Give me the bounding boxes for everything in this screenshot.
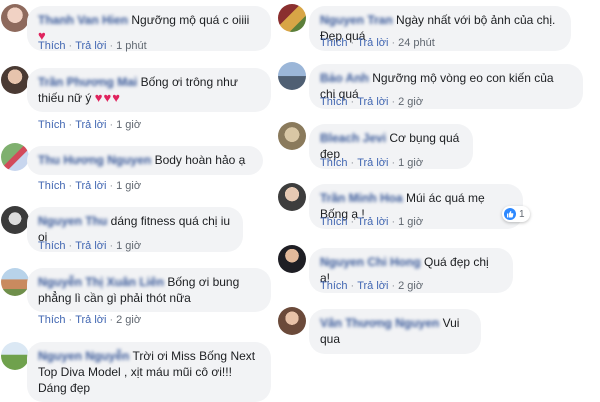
- comment-time[interactable]: 2 giờ: [398, 280, 423, 292]
- reply-link[interactable]: Trả lời: [357, 157, 388, 169]
- reaction-count-label: 1: [519, 208, 525, 220]
- comment-author[interactable]: Nguyen Nguyễn: [38, 349, 129, 363]
- comment-time[interactable]: 1 giờ: [398, 216, 423, 228]
- avatar[interactable]: [278, 307, 306, 335]
- comment-bubble: Nguyen Nguyễn Trời ơi Miss Bống Next Top…: [27, 342, 271, 402]
- avatar[interactable]: [1, 143, 29, 171]
- avatar[interactable]: [278, 122, 306, 150]
- comment-author[interactable]: Nguyen Chi Hong: [320, 255, 421, 269]
- comment-actions: Thích · Trả lời · 1 phút: [38, 40, 147, 52]
- comment-author[interactable]: Thu Hương Nguyen: [38, 153, 151, 167]
- avatar[interactable]: [278, 183, 306, 211]
- comment-bubble: Vân Thương Nguyen Vui qua: [309, 309, 481, 354]
- like-link[interactable]: Thích: [320, 157, 348, 169]
- like-link[interactable]: Thích: [320, 37, 348, 49]
- reply-link[interactable]: Trả lời: [357, 280, 388, 292]
- comment-actions: Thích · Trả lời · 1 giờ: [320, 216, 424, 228]
- reply-link[interactable]: Trả lời: [357, 37, 388, 49]
- comment-time[interactable]: 2 giờ: [398, 96, 423, 108]
- comment-actions: Thích · Trả lời · 1 giờ: [38, 240, 142, 252]
- heart-emoji-icon: ♥♥♥: [94, 90, 121, 105]
- comment-text: Ngưỡng mộ quá c oiiii: [131, 13, 250, 27]
- comment-author[interactable]: Trần Minh Hoa: [320, 191, 403, 205]
- avatar[interactable]: [1, 206, 29, 234]
- comment-time[interactable]: 1 giờ: [116, 180, 141, 192]
- avatar[interactable]: [1, 342, 29, 370]
- avatar[interactable]: [1, 268, 29, 296]
- reply-link[interactable]: Trả lời: [75, 119, 106, 131]
- comment-author[interactable]: Trần Phương Mai: [38, 75, 137, 89]
- comment-actions: Thích · Trả lời · 1 giờ: [38, 119, 142, 131]
- like-link[interactable]: Thích: [38, 40, 66, 52]
- comment-author[interactable]: Nguyễn Thị Xuân Liên: [38, 275, 164, 289]
- comment-bubble: Thu Hương Nguyen Body hoàn hảo ạ: [27, 146, 263, 175]
- reply-link[interactable]: Trả lời: [75, 314, 106, 326]
- reply-link[interactable]: Trả lời: [357, 96, 388, 108]
- comment-author[interactable]: Nguyen Tran: [320, 13, 393, 27]
- avatar[interactable]: [278, 62, 306, 90]
- comment-author[interactable]: Nguyen Thu: [38, 214, 107, 228]
- avatar[interactable]: [278, 4, 306, 32]
- avatar[interactable]: [1, 4, 29, 32]
- like-reaction-icon: [504, 208, 516, 220]
- comment-author[interactable]: Vân Thương Nguyen: [320, 316, 439, 330]
- like-link[interactable]: Thích: [320, 280, 348, 292]
- like-link[interactable]: Thích: [320, 216, 348, 228]
- comment-actions: Thích · Trả lời · 2 giờ: [38, 314, 142, 326]
- comment-author[interactable]: Bảo Anh: [320, 71, 369, 85]
- comment-bubble: Trần Phương Mai Bống ơi trông như thiếu …: [27, 68, 271, 112]
- like-link[interactable]: Thích: [38, 119, 66, 131]
- comment-author[interactable]: Bleach Jevi: [320, 131, 386, 145]
- like-link[interactable]: Thích: [38, 180, 66, 192]
- comment-author[interactable]: Thanh Van Hien: [38, 13, 128, 27]
- avatar[interactable]: [1, 66, 29, 94]
- comment-actions: Thích · Trả lời · 1 giờ: [38, 180, 142, 192]
- reply-link[interactable]: Trả lời: [75, 180, 106, 192]
- comment-time[interactable]: 1 phút: [116, 40, 147, 52]
- comment-actions: Thích · Trả lời · 24 phút: [320, 37, 435, 49]
- comment-actions: Thích · Trả lời · 1 giờ: [320, 157, 424, 169]
- comment-time[interactable]: 1 giờ: [116, 119, 141, 131]
- comment-bubble: Nguyễn Thị Xuân Liên Bống ơi bung phẳng …: [27, 268, 271, 312]
- comment-actions: Thích · Trả lời · 2 giờ: [320, 280, 424, 292]
- like-link[interactable]: Thích: [38, 240, 66, 252]
- comment-text: Body hoàn hảo ạ: [154, 153, 246, 167]
- comment-time[interactable]: 24 phút: [398, 37, 435, 49]
- comment-time[interactable]: 1 giờ: [116, 240, 141, 252]
- reply-link[interactable]: Trả lời: [75, 240, 106, 252]
- like-link[interactable]: Thích: [38, 314, 66, 326]
- reaction-count[interactable]: 1: [502, 206, 530, 222]
- comment-time[interactable]: 2 giờ: [116, 314, 141, 326]
- like-link[interactable]: Thích: [320, 96, 348, 108]
- comment-time[interactable]: 1 giờ: [398, 157, 423, 169]
- comment-actions: Thích · Trả lời · 2 giờ: [320, 96, 424, 108]
- reply-link[interactable]: Trả lời: [357, 216, 388, 228]
- avatar[interactable]: [278, 245, 306, 273]
- reply-link[interactable]: Trả lời: [75, 40, 106, 52]
